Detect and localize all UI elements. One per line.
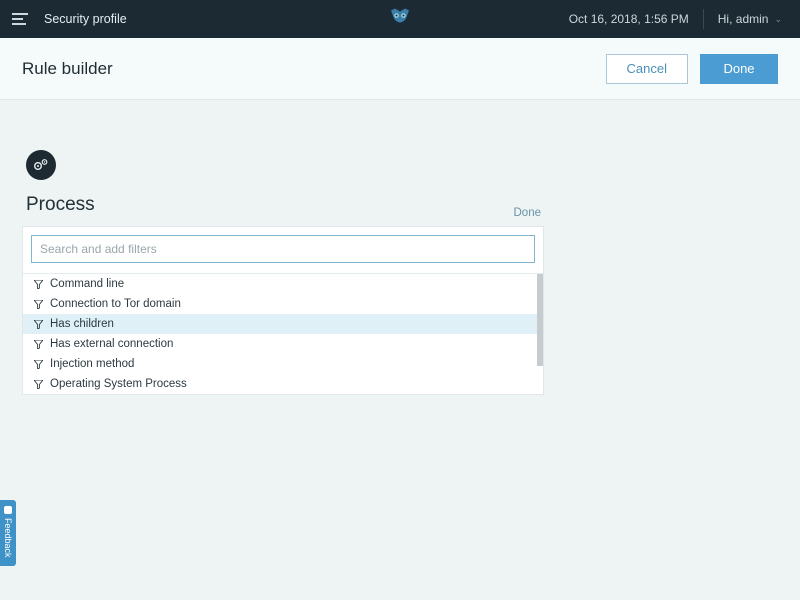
search-input[interactable] <box>31 235 535 263</box>
header-buttons: Cancel Done <box>606 54 778 84</box>
scrollbar-thumb[interactable] <box>537 274 543 366</box>
filter-option-label: Has children <box>50 318 114 330</box>
user-greeting: Hi, admin <box>718 12 769 26</box>
filter-option-label: Command line <box>50 278 124 290</box>
topbar: Security profile Oct 16, 2018, 1:56 PM H… <box>0 0 800 38</box>
panel-done-link[interactable]: Done <box>514 207 542 219</box>
filter-icon <box>33 379 43 389</box>
section-title: Process <box>26 194 778 216</box>
cancel-button[interactable]: Cancel <box>606 54 688 84</box>
filter-option-label: Connection to Tor domain <box>50 298 181 310</box>
filter-option[interactable]: Command line <box>23 274 543 294</box>
filter-panel: Done Command lineConnection to Tor domai… <box>22 226 544 395</box>
filter-option-label: Has external connection <box>50 338 173 350</box>
filter-icon <box>33 299 43 309</box>
page-title: Rule builder <box>22 59 113 79</box>
chevron-down-icon: ⌄ <box>774 14 782 25</box>
filter-option[interactable]: Operating System Process <box>23 374 543 394</box>
canvas: Process Done Command lineConnection to T… <box>0 100 800 395</box>
filter-option-label: Injection method <box>50 358 134 370</box>
filter-option[interactable]: Injection method <box>23 354 543 374</box>
topbar-title: Security profile <box>44 12 127 26</box>
filter-icon <box>33 359 43 369</box>
filter-option[interactable]: Connection to Tor domain <box>23 294 543 314</box>
timestamp: Oct 16, 2018, 1:56 PM <box>569 12 703 26</box>
filter-option[interactable]: Has children <box>23 314 543 334</box>
filter-icon <box>33 339 43 349</box>
topbar-right: Oct 16, 2018, 1:56 PM Hi, admin ⌄ <box>569 0 800 38</box>
filter-option-label: Operating System Process <box>50 378 187 390</box>
filter-option[interactable]: Has external connection <box>23 334 543 354</box>
search-wrap <box>23 227 543 271</box>
done-button[interactable]: Done <box>700 54 778 84</box>
owl-logo-icon <box>389 9 411 30</box>
user-menu[interactable]: Hi, admin ⌄ <box>704 12 800 26</box>
filter-options: Command line Connection to Tor domain Has … <box>23 274 543 394</box>
filter-icon <box>33 319 43 329</box>
page-header: Rule builder Cancel Done <box>0 38 800 100</box>
process-gear-icon <box>26 150 56 180</box>
feedback-label: Feedback <box>3 518 13 558</box>
speech-bubble-icon <box>4 506 12 514</box>
menu-icon[interactable] <box>12 10 30 28</box>
filter-icon <box>33 279 43 289</box>
feedback-tab[interactable]: Feedback <box>0 500 16 566</box>
